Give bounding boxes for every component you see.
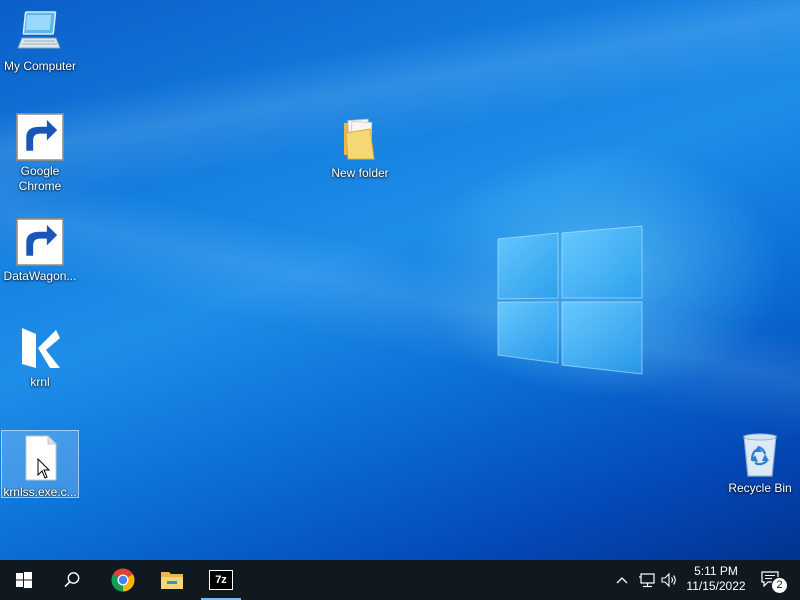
- chrome-icon: [16, 113, 64, 161]
- action-center-button[interactable]: 2: [754, 560, 790, 600]
- desktop-icon-label: New folder: [331, 166, 389, 180]
- network-button[interactable]: [635, 560, 659, 600]
- 7zip-icon: 7z: [209, 570, 233, 590]
- start-button[interactable]: [0, 560, 48, 600]
- wallpaper-light-beam: [0, 0, 800, 560]
- desktop-icon-new-folder[interactable]: New folder: [321, 115, 399, 181]
- taskbar-7zip-button[interactable]: 7z: [197, 560, 245, 600]
- folder-icon: [336, 115, 384, 163]
- network-icon: [639, 573, 655, 588]
- recycle-bin-icon: [736, 430, 784, 478]
- action-center-icon: 2: [761, 570, 788, 594]
- shortcut-arrow-icon: [16, 113, 64, 161]
- show-hidden-icons-button[interactable]: [612, 560, 632, 600]
- desktop-icon-label: Recycle Bin: [728, 481, 792, 495]
- desktop-icon-recycle-bin[interactable]: Recycle Bin: [721, 430, 799, 496]
- taskbar-chrome-button[interactable]: [99, 560, 147, 600]
- desktop-icon-label: Google Chrome: [18, 164, 62, 193]
- desktop-icon-label: krnlss.exe.c...: [3, 485, 77, 499]
- taskbar: 7z 5:11 PM 11/15/2022 2: [0, 560, 800, 600]
- mouse-cursor-icon: [37, 458, 51, 479]
- chevron-up-icon: [616, 577, 628, 584]
- computer-icon: [16, 8, 64, 56]
- search-icon: [64, 572, 80, 588]
- krnl-icon: [16, 324, 64, 372]
- windows-start-icon: [16, 572, 32, 588]
- desktop-icon-google-chrome[interactable]: Google Chrome: [1, 113, 79, 194]
- notification-count-badge: 2: [771, 577, 788, 594]
- taskbar-clock[interactable]: 5:11 PM 11/15/2022: [678, 560, 754, 600]
- folder-icon: [161, 572, 183, 589]
- clock-date: 11/15/2022: [686, 579, 746, 593]
- desktop-background[interactable]: My Computer Google Chrome DataWagon... k…: [0, 0, 800, 560]
- chrome-icon: [111, 568, 135, 592]
- search-button[interactable]: [48, 560, 96, 600]
- desktop-icon-label: DataWagon...: [3, 269, 77, 283]
- desktop-icon-krnl[interactable]: krnl: [1, 324, 79, 390]
- desktop-icon-my-computer[interactable]: My Computer: [1, 8, 79, 74]
- clock-time: 5:11 PM: [694, 564, 738, 578]
- taskbar-file-explorer-button[interactable]: [148, 560, 196, 600]
- windows-wallpaper-logo: [497, 225, 643, 375]
- desktop-icon-label: krnl: [30, 375, 50, 389]
- desktop-icon-label: My Computer: [3, 59, 77, 73]
- volume-icon: [661, 572, 676, 588]
- shortcut-arrow-icon: [16, 218, 64, 266]
- desktop-icon-datawagon[interactable]: DataWagon...: [1, 218, 79, 284]
- datawagon-icon: [16, 218, 64, 266]
